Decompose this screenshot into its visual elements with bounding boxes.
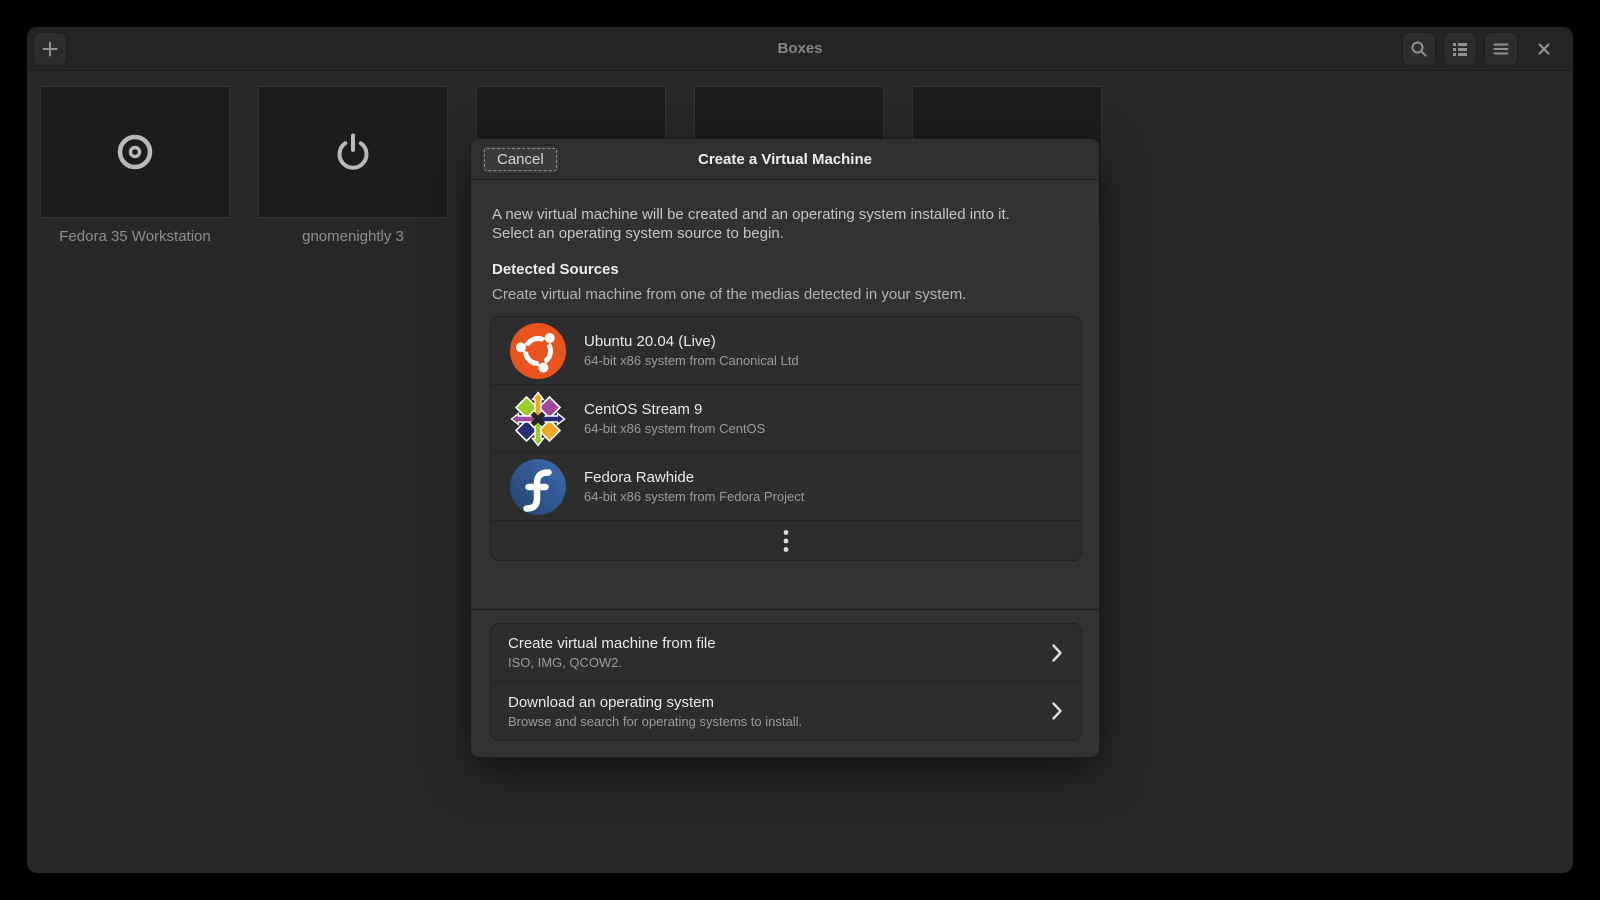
vm-tile-fedora-35[interactable] xyxy=(40,86,230,218)
dialog-headerbar: Create a Virtual Machine Cancel xyxy=(471,139,1099,180)
show-more-sources-row[interactable] xyxy=(491,521,1081,560)
source-detail: 64-bit x86 system from CentOS xyxy=(584,421,765,436)
vm-tile-gnomenightly[interactable] xyxy=(258,86,448,218)
dialog-title: Create a Virtual Machine xyxy=(471,139,1099,180)
new-vm-button[interactable] xyxy=(33,32,67,66)
section-divider xyxy=(471,609,1099,610)
vm-tile-label: Fedora 35 Workstation xyxy=(40,228,230,245)
action-title: Download an operating system xyxy=(508,694,1081,711)
source-name: Ubuntu 20.04 (Live) xyxy=(584,333,799,350)
centos-logo xyxy=(510,391,566,447)
cancel-button[interactable]: Cancel xyxy=(481,145,560,174)
close-icon xyxy=(1537,42,1551,56)
disc-icon xyxy=(113,130,157,174)
source-name: CentOS Stream 9 xyxy=(584,401,765,418)
source-detail: 64-bit x86 system from Fedora Project xyxy=(584,489,804,504)
close-button[interactable] xyxy=(1527,32,1561,66)
create-vm-dialog: Create a Virtual Machine Cancel A new vi… xyxy=(470,138,1100,758)
fedora-logo xyxy=(510,459,566,515)
ubuntu-logo xyxy=(510,323,566,379)
search-button[interactable] xyxy=(1402,32,1436,66)
intro-line-2: Select an operating system source to beg… xyxy=(492,224,1010,243)
dialog-actions-list: Create virtual machine from file ISO, IM… xyxy=(490,623,1082,741)
window-title: Boxes xyxy=(27,27,1573,71)
list-view-button[interactable] xyxy=(1443,32,1477,66)
plus-icon xyxy=(41,40,59,58)
source-name: Fedora Rawhide xyxy=(584,469,804,486)
headerbar: Boxes xyxy=(27,27,1573,71)
chevron-right-icon xyxy=(1051,643,1063,663)
screen: Boxes xyxy=(0,0,1600,900)
vm-tile-label: gnomenightly 3 xyxy=(258,228,448,245)
source-detail: 64-bit x86 system from Canonical Ltd xyxy=(584,353,799,368)
menu-icon xyxy=(1492,40,1510,58)
create-from-file-row[interactable]: Create virtual machine from file ISO, IM… xyxy=(491,624,1081,682)
source-row-centos[interactable]: CentOS Stream 9 64-bit x86 system from C… xyxy=(491,385,1081,453)
source-row-fedora[interactable]: Fedora Rawhide 64-bit x86 system from Fe… xyxy=(491,453,1081,521)
intro-line-1: A new virtual machine will be created an… xyxy=(492,205,1010,224)
action-subtitle: Browse and search for operating systems … xyxy=(508,714,1081,729)
detected-sources-heading: Detected Sources xyxy=(492,261,619,278)
menu-button[interactable] xyxy=(1484,32,1518,66)
detected-sources-description: Create virtual machine from one of the m… xyxy=(492,286,966,303)
chevron-right-icon xyxy=(1051,701,1063,721)
search-icon xyxy=(1410,40,1428,58)
dialog-intro: A new virtual machine will be created an… xyxy=(492,205,1010,243)
detected-sources-list: Ubuntu 20.04 (Live) 64-bit x86 system fr… xyxy=(490,316,1082,561)
list-view-icon xyxy=(1451,40,1469,58)
source-row-ubuntu[interactable]: Ubuntu 20.04 (Live) 64-bit x86 system fr… xyxy=(491,317,1081,385)
action-title: Create virtual machine from file xyxy=(508,635,1081,652)
download-os-row[interactable]: Download an operating system Browse and … xyxy=(491,682,1081,740)
power-icon xyxy=(331,130,375,174)
action-subtitle: ISO, IMG, QCOW2. xyxy=(508,655,1081,670)
vertical-ellipsis-icon xyxy=(783,529,789,553)
